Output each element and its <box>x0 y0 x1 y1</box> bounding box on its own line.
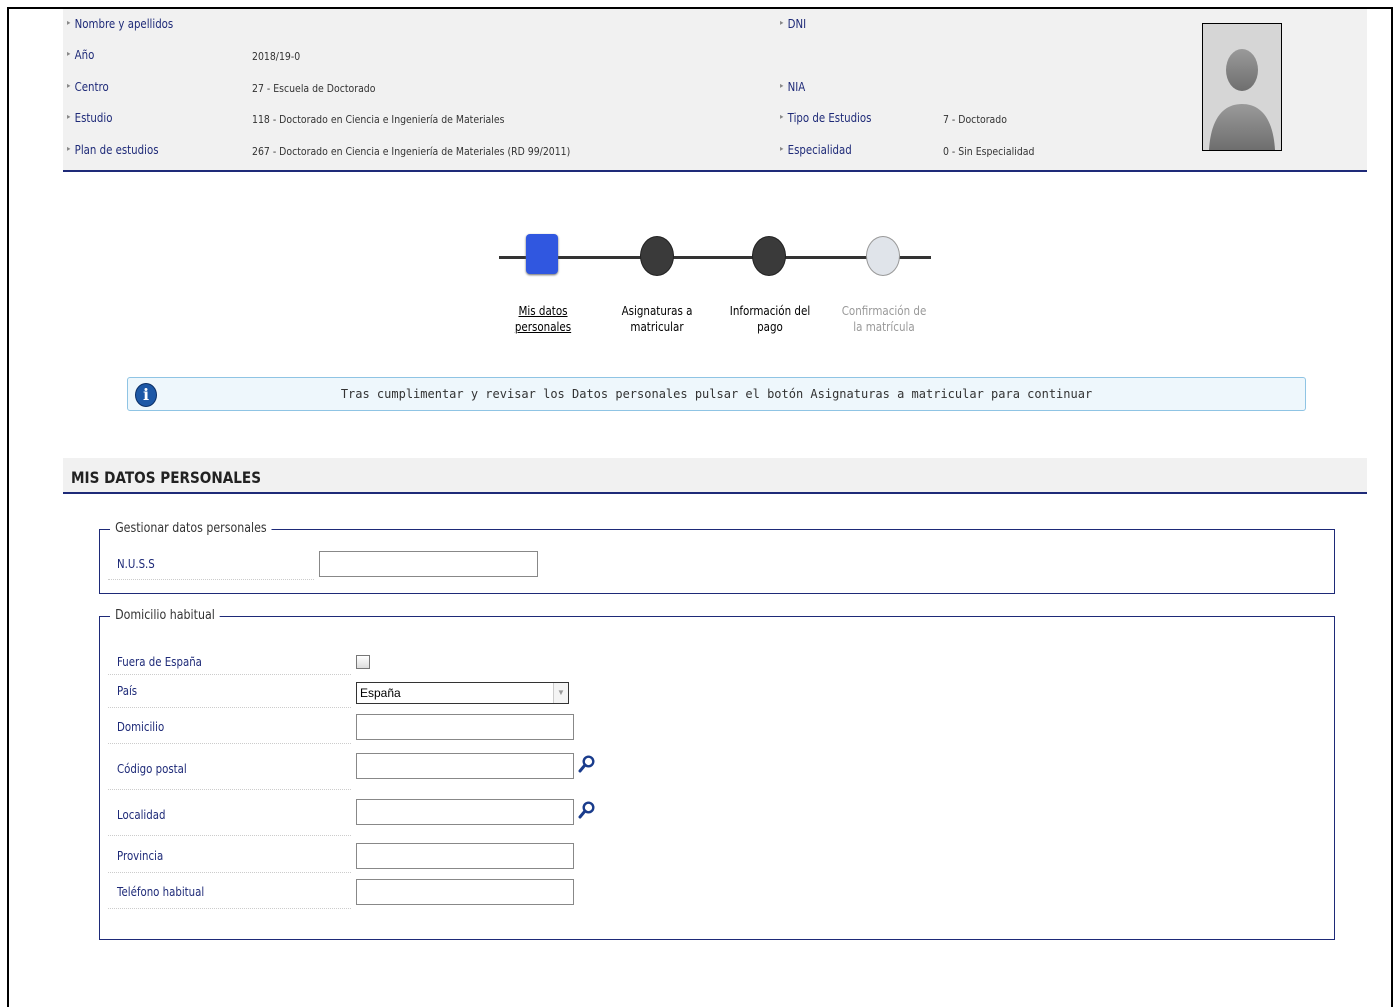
label-provincia: Provincia <box>117 849 164 863</box>
step-2-line2: matricular <box>630 320 684 334</box>
label-localidad: Localidad <box>117 808 166 822</box>
step-1-line1: Mis datos <box>518 304 568 318</box>
label-anio: Año <box>67 48 95 62</box>
step-confirmacion: Confirmación de la matrícula <box>839 303 928 335</box>
pais-select[interactable]: España ▼ <box>356 682 569 704</box>
row-divider <box>108 743 351 744</box>
label-centro: Centro <box>67 80 109 94</box>
provincia-input[interactable] <box>356 843 574 869</box>
label-estudio: Estudio <box>67 111 113 125</box>
domicilio-input[interactable] <box>356 714 574 740</box>
step-1-marker <box>526 234 558 274</box>
student-info-panel: Nombre y apellidos Año 2018/19-0 Centro … <box>63 9 1367 172</box>
fieldset-gestionar: Gestionar datos personales N.U.S.S <box>99 521 1335 594</box>
nuss-input[interactable] <box>319 551 538 577</box>
search-localidad-icon[interactable] <box>578 801 596 819</box>
label-domicilio: Domicilio <box>117 720 165 734</box>
legend-gestionar: Gestionar datos personales <box>110 521 272 536</box>
label-telefono: Teléfono habitual <box>117 885 205 899</box>
telefono-input[interactable] <box>356 879 574 905</box>
avatar <box>1202 23 1282 151</box>
value-anio: 2018/19-0 <box>252 50 301 63</box>
label-nia: NIA <box>780 80 806 94</box>
step-2-line1: Asignaturas a <box>621 304 693 318</box>
label-tipo-estudios: Tipo de Estudios <box>780 111 872 125</box>
label-plan: Plan de estudios <box>67 143 159 157</box>
row-divider <box>108 579 314 580</box>
label-nuss: N.U.S.S <box>117 557 155 571</box>
user-silhouette-icon <box>1203 24 1281 150</box>
step-4-marker <box>866 236 900 276</box>
label-especialidad: Especialidad <box>780 143 852 157</box>
row-divider <box>108 872 351 873</box>
row-divider <box>108 789 351 790</box>
label-fuera-espana: Fuera de España <box>117 655 202 669</box>
codigo-postal-input[interactable] <box>356 753 574 779</box>
value-centro: 27 - Escuela de Doctorado <box>252 82 376 95</box>
row-divider <box>108 707 351 708</box>
value-tipo-estudios: 7 - Doctorado <box>943 113 1007 126</box>
label-codigo-postal: Código postal <box>117 762 187 776</box>
step-asignaturas[interactable]: Asignaturas a matricular <box>620 303 694 335</box>
step-3-line1: Información del <box>729 304 811 318</box>
fuera-espana-checkbox[interactable] <box>356 655 370 669</box>
fieldset-domicilio: Domicilio habitual Fuera de España País … <box>99 608 1335 940</box>
step-4-line1: Confirmación de <box>841 304 927 318</box>
value-especialidad: 0 - Sin Especialidad <box>943 145 1035 158</box>
info-message: i Tras cumplimentar y revisar los Datos … <box>127 377 1306 411</box>
search-codigo-postal-icon[interactable] <box>578 755 596 773</box>
localidad-input[interactable] <box>356 799 574 825</box>
row-divider <box>108 908 351 909</box>
step-informacion-pago[interactable]: Información del pago <box>725 303 814 335</box>
value-estudio: 118 - Doctorado en Ciencia e Ingeniería … <box>252 113 505 126</box>
step-3-line2: pago <box>757 320 783 334</box>
step-2-marker <box>640 236 674 276</box>
chevron-down-icon: ▼ <box>553 683 568 703</box>
value-plan: 267 - Doctorado en Ciencia e Ingeniería … <box>252 145 571 158</box>
step-mis-datos-personales[interactable]: Mis datos personales <box>510 303 575 335</box>
pais-selected-value: España <box>360 686 401 700</box>
section-header: MIS DATOS PERSONALES <box>63 458 1367 494</box>
legend-domicilio: Domicilio habitual <box>110 608 220 623</box>
step-1-line2: personales <box>514 320 572 334</box>
label-dni: DNI <box>780 17 807 31</box>
section-title: MIS DATOS PERSONALES <box>71 468 262 487</box>
row-divider <box>108 835 351 836</box>
label-pais: País <box>117 684 138 698</box>
info-message-text: Tras cumplimentar y revisar los Datos pe… <box>340 387 1093 401</box>
row-divider <box>108 674 351 675</box>
step-3-marker <box>752 236 786 276</box>
label-nombre: Nombre y apellidos <box>67 17 174 31</box>
step-4-line2: la matrícula <box>853 320 915 334</box>
